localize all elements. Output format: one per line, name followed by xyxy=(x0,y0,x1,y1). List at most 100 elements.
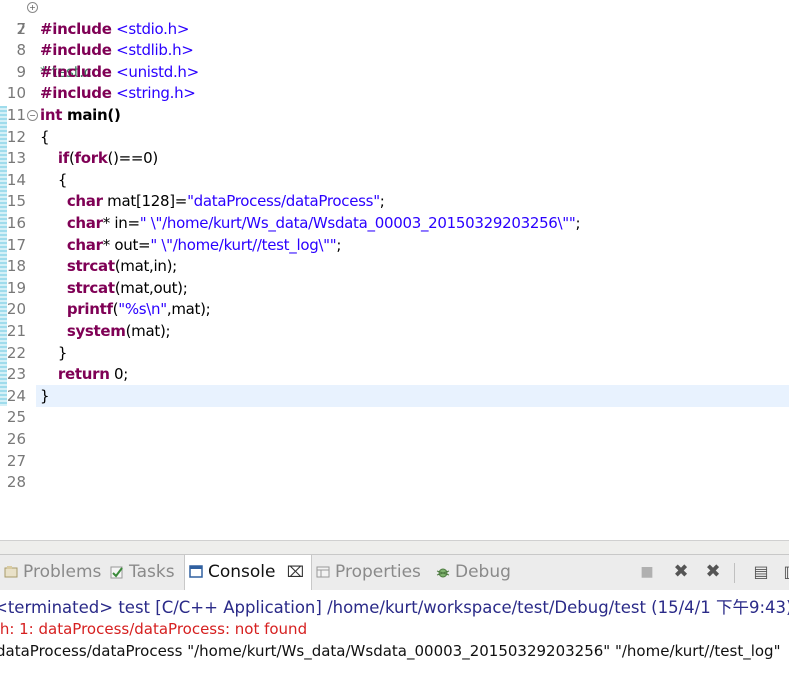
code-text: } xyxy=(40,386,50,405)
include-header: <stdio.h> xyxy=(116,19,190,38)
close-tab-icon[interactable]: ⌧ xyxy=(287,563,304,581)
line-number: 13 xyxy=(6,149,26,168)
editor-line: 24} xyxy=(0,386,789,408)
editor-line: 9 #include <unistd.h> xyxy=(0,62,789,84)
editor-line: 19 strcat(mat,out); xyxy=(0,278,789,300)
code-text: (mat,out); xyxy=(114,278,188,297)
code-content: strcat(mat,out); xyxy=(40,278,188,300)
preprocessor-directive: #include xyxy=(40,19,112,38)
code-content: strcat(mat,in); xyxy=(40,256,177,278)
function-call: strcat xyxy=(66,257,115,276)
code-text: } xyxy=(40,343,68,362)
line-number: 26 xyxy=(6,430,26,448)
string-literal: " \"/home/kurt/Ws_data/Wsdata_00003_2015… xyxy=(139,214,576,232)
keyword: return xyxy=(57,365,110,384)
keyword: char xyxy=(66,192,103,211)
code-text: { xyxy=(40,127,50,146)
tab-debug[interactable]: Debug xyxy=(432,555,515,590)
code-text: { xyxy=(40,170,68,189)
code-text: (mat); xyxy=(125,322,171,340)
line-number: 19 xyxy=(6,278,26,297)
line-number: 7 xyxy=(16,19,26,38)
line-number: 17 xyxy=(6,235,26,254)
line-number: 9 xyxy=(16,62,26,81)
console-output[interactable]: <terminated> test [C/C++ Application] /h… xyxy=(0,590,789,679)
tasks-icon xyxy=(110,566,123,579)
expand-fold-icon[interactable]: + xyxy=(27,2,38,13)
line-number: 25 xyxy=(6,408,26,427)
editor-line: 17 char* out=" \"/home/kurt//test_log\""… xyxy=(0,235,789,257)
editor-line: 21 system(mat); xyxy=(0,321,789,343)
editor-line: 16 char* in=" \"/home/kurt/Ws_data/Wsdat… xyxy=(0,213,789,235)
function-call: strcat xyxy=(66,278,115,297)
editor-line: 12 { xyxy=(0,127,789,149)
console-icon xyxy=(189,565,203,578)
keyword: char xyxy=(66,214,103,232)
problems-icon xyxy=(4,566,18,578)
editor-line: 15 char mat[128]="dataProcess/dataProces… xyxy=(0,191,789,213)
code-text: * out= xyxy=(102,235,151,254)
tab-problems[interactable]: Problems xyxy=(0,555,107,590)
code-text: mat[128]= xyxy=(102,192,188,211)
editor-line: 20 printf("%s\n",mat); xyxy=(0,299,789,321)
tab-label: Debug xyxy=(455,562,511,582)
include-header: <stdlib.h> xyxy=(116,41,194,60)
code-content: char mat[128]="dataProcess/dataProcess"; xyxy=(40,191,385,213)
panel-divider[interactable] xyxy=(0,540,789,555)
line-number: 16 xyxy=(6,214,26,232)
editor-line: 7 #include <stdio.h> xyxy=(0,19,789,41)
preprocessor-directive: #include xyxy=(40,41,112,60)
line-number: 18 xyxy=(6,257,26,276)
editor-line: 28 xyxy=(0,472,789,494)
include-header: <string.h> xyxy=(116,84,196,103)
code-text: (mat,in); xyxy=(114,257,177,276)
tab-label: Console xyxy=(208,562,276,582)
keyword: if xyxy=(57,149,69,168)
code-text: 0; xyxy=(109,365,129,384)
stop-icon[interactable]: ■ xyxy=(634,559,660,585)
line-number: 11 xyxy=(6,106,26,124)
code-content: { xyxy=(40,170,68,192)
console-error-line: sh: 1: dataProcess/dataProcess: not foun… xyxy=(0,620,308,638)
function-call: system xyxy=(66,322,126,340)
editor-line: 14 { xyxy=(0,170,789,192)
tab-console[interactable]: Console ⌧ xyxy=(184,555,312,590)
properties-icon xyxy=(316,566,330,578)
code-content: #include <stdlib.h> xyxy=(40,40,194,62)
tab-label: Tasks xyxy=(129,562,175,582)
remove-all-terminated-icon[interactable]: ✖ xyxy=(700,559,726,585)
string-literal: " \"/home/kurt//test_log\"" xyxy=(150,235,337,254)
editor-line: 8 #include <stdlib.h> xyxy=(0,40,789,62)
code-content: char* in=" \"/home/kurt/Ws_data/Wsdata_0… xyxy=(40,213,581,235)
line-number: 21 xyxy=(6,322,26,340)
tab-tasks[interactable]: Tasks xyxy=(106,555,179,590)
line-number: 10 xyxy=(6,84,26,103)
editor-line: 18 strcat(mat,in); xyxy=(0,256,789,278)
code-text: ; xyxy=(379,192,385,211)
scroll-lock-icon[interactable]: ▥ xyxy=(778,559,789,585)
code-text: ,mat); xyxy=(166,300,211,319)
preprocessor-directive: #include xyxy=(40,84,112,103)
debug-icon xyxy=(436,568,450,578)
preprocessor-directive: #include xyxy=(40,62,112,81)
code-text: * in= xyxy=(102,214,140,232)
code-editor[interactable]: 2 + * test.c 7 #include <stdio.h> 8 #includ… xyxy=(0,0,789,522)
collapse-fold-icon[interactable]: − xyxy=(27,110,38,121)
line-number: 22 xyxy=(6,343,26,362)
code-text: ; xyxy=(575,214,581,232)
string-literal: "%s\n" xyxy=(118,300,167,319)
line-number: 27 xyxy=(6,451,26,470)
editor-line: 10 #include <string.h> xyxy=(0,83,789,105)
editor-line: 11− int main() xyxy=(0,105,789,127)
editor-line-header: 2 + * test.c xyxy=(0,0,789,81)
function-name: main() xyxy=(62,106,121,124)
toolbar-separator xyxy=(734,563,735,583)
clear-console-icon[interactable]: ▤ xyxy=(748,559,774,585)
string-literal: "dataProcess/dataProcess" xyxy=(187,192,380,211)
remove-launch-icon[interactable]: ✖ xyxy=(668,559,694,585)
view-tab-bar: Problems Tasks Console ⌧ Properties Debu… xyxy=(0,554,789,591)
editor-line: 27 xyxy=(0,451,789,473)
line-number: 15 xyxy=(6,192,26,211)
tab-properties[interactable]: Properties xyxy=(312,555,425,590)
code-text: ; xyxy=(336,235,342,254)
